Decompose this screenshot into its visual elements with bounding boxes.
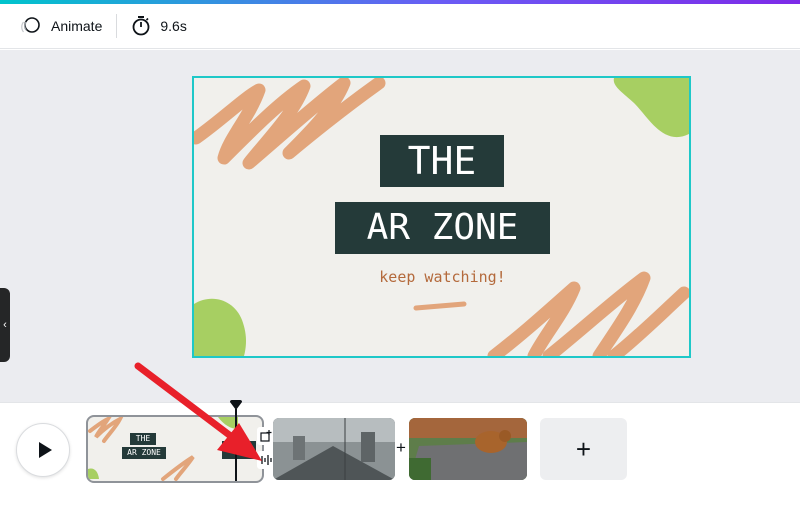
add-scene-button[interactable]: + — [540, 418, 627, 480]
brush-stroke-top-left — [194, 78, 386, 170]
stopwatch-icon — [132, 16, 150, 36]
add-transition-button[interactable]: + — [394, 438, 408, 458]
animate-button[interactable]: Animate — [10, 4, 112, 49]
audio-waves-icon — [261, 455, 272, 465]
timeline-clip-2[interactable] — [273, 418, 395, 480]
timeline-clip-3[interactable] — [409, 418, 527, 480]
brush-dash-center — [413, 301, 467, 311]
duration-button[interactable]: 9.6s — [121, 4, 196, 49]
slide-subtitle[interactable]: keep watching! — [194, 268, 689, 286]
leaf-top-right — [613, 78, 689, 138]
play-button[interactable] — [16, 423, 70, 477]
collapse-panel-tab[interactable]: ‹ — [0, 288, 10, 362]
duration-label: 9.6s — [160, 18, 187, 34]
clip-1-right-thumb — [222, 441, 256, 459]
animate-label: Animate — [51, 18, 103, 34]
add-scene-plus-icon: + — [575, 434, 592, 464]
toolbar-divider — [116, 14, 118, 38]
add-icon — [260, 430, 272, 442]
slide-title-line-1[interactable]: THE — [380, 135, 504, 187]
clip-2-thumbnail — [273, 418, 395, 480]
slide-canvas[interactable]: THE AR ZONE keep watching! — [192, 76, 691, 358]
clip-3-thumbnail — [409, 418, 527, 480]
leaf-bottom-left — [194, 298, 246, 356]
slide-title-line-2[interactable]: AR ZONE — [335, 202, 550, 254]
animate-icon — [21, 17, 40, 33]
chevron-left-icon: ‹ — [3, 319, 7, 331]
playhead-line[interactable] — [235, 409, 237, 481]
brush-stroke-bottom-right — [487, 271, 689, 356]
timeline-panel: THE AR ZONE + + — [0, 400, 800, 515]
clip-1-title-line-1: THE — [130, 433, 156, 445]
clip-1-title-line-2: AR ZONE — [122, 447, 166, 459]
timeline-clip-1[interactable]: THE AR ZONE — [86, 415, 264, 483]
play-icon — [38, 442, 52, 458]
editor-toolbar: Animate 9.6s — [0, 4, 800, 49]
